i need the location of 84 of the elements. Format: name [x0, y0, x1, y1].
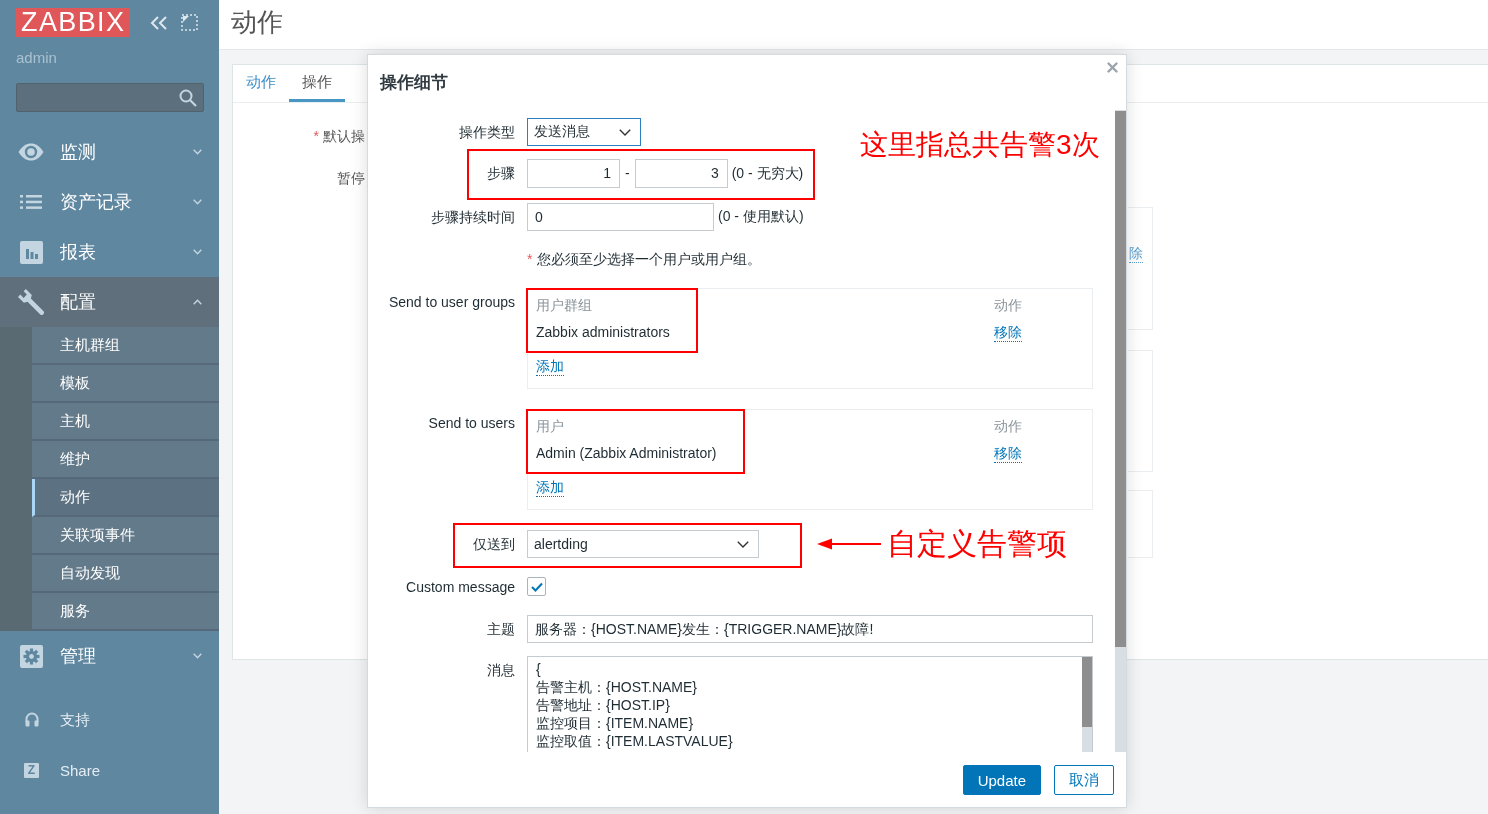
field-hint: (0 - 使用默认) — [718, 208, 804, 226]
submenu-item[interactable]: 维护 — [32, 441, 219, 479]
menu-item[interactable]: 支持 — [0, 695, 219, 745]
menu-item[interactable]: Z Share — [0, 745, 219, 795]
number-field[interactable]: 1 — [527, 159, 620, 188]
message-field[interactable]: { 告警主机：{HOST.NAME} 告警地址：{HOST.IP} 监控项目：{ITEM.NAME} 监控取值：{ITEM.LASTVALUE} — [527, 656, 1093, 752]
menu-item[interactable]: 报表 — [0, 227, 219, 277]
list-icon — [20, 194, 42, 210]
column-header: 动作 — [994, 417, 1022, 436]
field-hint: (0 - 无穷大) — [731, 164, 804, 183]
number-field[interactable]: 3 — [634, 159, 728, 188]
submenu-item[interactable]: 模板 — [32, 365, 219, 403]
submenu-item[interactable]: 服务 — [32, 593, 219, 631]
menu-item[interactable]: 配置 — [0, 277, 219, 327]
search-field[interactable] — [16, 83, 204, 112]
range-separator: - — [625, 164, 630, 183]
table-cell-text: Zabbix administrators — [536, 323, 670, 342]
close-icon[interactable] — [1107, 62, 1118, 73]
text-field[interactable]: 服务器：{HOST.NAME}发生：{TRIGGER.NAME}故障! — [527, 615, 1093, 643]
menu-item[interactable]: 资产记录 — [0, 177, 219, 227]
submit-button[interactable]: Update — [962, 765, 1041, 795]
add-link[interactable]: 添加 — [536, 358, 564, 376]
annotation-text: 自定义告警项 — [887, 526, 1067, 562]
dialog-title: 操作细节 — [380, 72, 448, 94]
dropdown[interactable]: alertding — [527, 530, 759, 558]
remove-link[interactable]: 移除 — [994, 324, 1022, 342]
checkbox[interactable] — [527, 577, 546, 596]
field-label: 默认操 — [323, 127, 365, 146]
bar-chart-icon — [19, 240, 43, 264]
add-link[interactable]: 添加 — [536, 479, 564, 497]
check-icon — [530, 581, 543, 592]
column-header: 动作 — [994, 296, 1022, 315]
headset-icon[interactable] — [24, 712, 39, 728]
eye-icon — [18, 143, 44, 161]
column-header: 用户群组 — [536, 296, 592, 315]
required-mark: * — [527, 250, 533, 268]
remove-link[interactable]: 移除 — [994, 445, 1022, 463]
chevron-icon — [193, 149, 202, 155]
username: admin — [16, 50, 57, 66]
field-label: Custom message — [406, 578, 515, 595]
annotation-text: 这里指总共告警3次 — [860, 128, 1100, 162]
field-label: Send to users — [428, 415, 515, 431]
search-icon[interactable] — [179, 88, 197, 107]
wrench-icon — [18, 289, 44, 315]
chevron-icon — [193, 299, 202, 305]
dropdown[interactable]: 发送消息 — [527, 118, 641, 146]
submenu-item[interactable]: 主机 — [32, 403, 219, 441]
chevron-icon — [193, 249, 202, 255]
page-title: 动作 — [231, 6, 283, 39]
field-label: 仅送到 — [473, 536, 515, 552]
tab[interactable]: 动作 — [233, 65, 289, 102]
submenu-item[interactable]: 主机群组 — [32, 327, 219, 365]
table-cell-text: Admin (Zabbix Administrator) — [536, 444, 717, 463]
remove-link[interactable]: 除 — [1129, 245, 1143, 263]
cancel-button[interactable]: 取消 — [1054, 765, 1114, 795]
fullscreen-icon[interactable] — [181, 14, 199, 31]
caret-icon — [737, 540, 749, 548]
double-chevron-icon[interactable] — [150, 15, 169, 30]
submenu-item[interactable]: 关联项事件 — [32, 517, 219, 555]
share-logo[interactable]: Z — [24, 762, 39, 778]
menu-item[interactable]: 管理 — [0, 631, 219, 681]
chevron-icon — [193, 199, 202, 205]
required-mark: * — [313, 127, 319, 146]
field-label: 步骤持续时间 — [431, 209, 515, 225]
field-label: 主题 — [487, 621, 515, 637]
field-label: 操作类型 — [459, 124, 515, 140]
notice-text: 您必须至少选择一个用户或用户组。 — [537, 250, 762, 268]
field-label: Send to user groups — [388, 294, 515, 310]
menu-item[interactable]: 监测 — [0, 127, 219, 177]
scrollbar-thumb[interactable] — [1115, 111, 1126, 647]
scrollbar-thumb[interactable] — [1082, 657, 1092, 727]
submenu-item[interactable]: 自动发现 — [32, 555, 219, 593]
field-label: 暂停 — [337, 169, 365, 188]
table-panel — [1128, 490, 1153, 558]
chevron-icon — [193, 653, 202, 659]
field-label: 步骤 — [487, 165, 515, 181]
gear-icon — [19, 644, 43, 668]
logo[interactable]: ZABBIX — [16, 8, 131, 37]
tab[interactable]: 操作 — [289, 65, 345, 102]
field-label: 消息 — [487, 662, 515, 678]
submenu-item[interactable]: 动作 — [32, 479, 219, 517]
caret-icon — [619, 128, 631, 136]
column-header: 用户 — [536, 417, 564, 436]
text-field[interactable]: 0 — [527, 203, 714, 231]
